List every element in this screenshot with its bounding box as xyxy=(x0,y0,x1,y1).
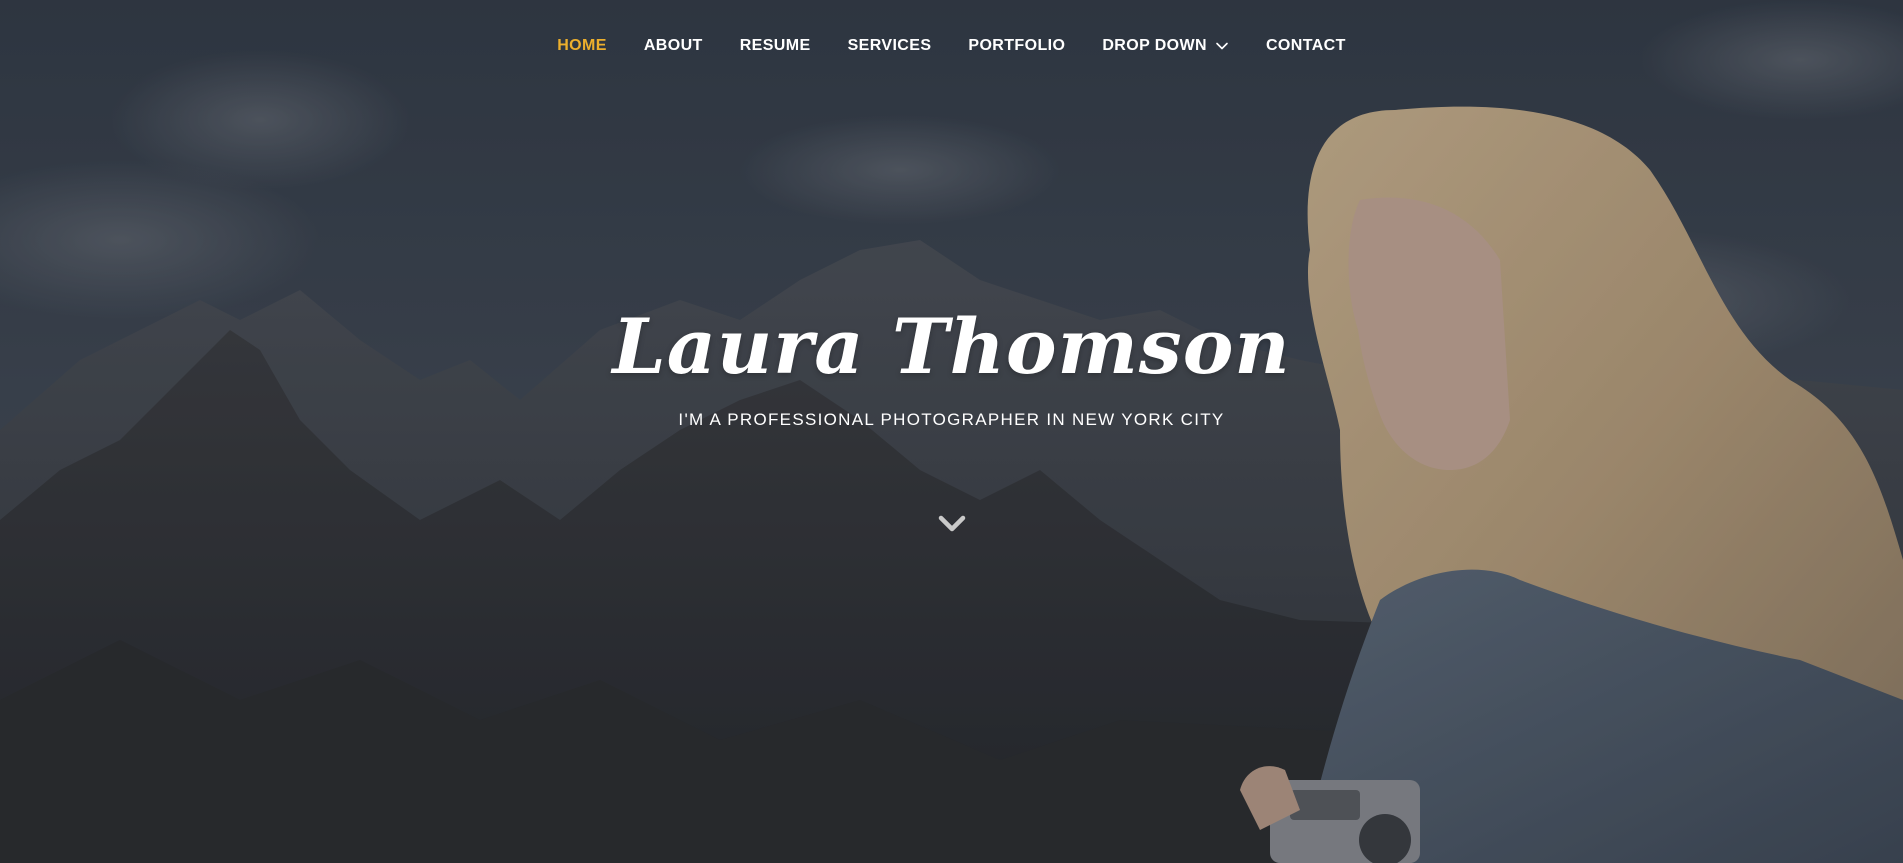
nav-item-resume[interactable]: RESUME xyxy=(721,34,829,58)
main-navigation: HOME ABOUT RESUME SERVICES PORTFOLIO DRO… xyxy=(0,34,1903,58)
hero-section: HOME ABOUT RESUME SERVICES PORTFOLIO DRO… xyxy=(0,0,1903,863)
nav-item-services[interactable]: SERVICES xyxy=(829,34,950,58)
nav-item-label: RESUME xyxy=(739,37,811,54)
nav-item-home[interactable]: HOME xyxy=(539,34,626,58)
hero-tagline: I'M A PROFESSIONAL PHOTOGRAPHER IN NEW Y… xyxy=(678,410,1225,429)
chevron-down-icon xyxy=(1216,42,1228,50)
hero-content: Laura Thomson I'M A PROFESSIONAL PHOTOGR… xyxy=(0,292,1903,430)
hero-name: Laura Thomson xyxy=(612,302,1291,391)
nav-item-label: CONTACT xyxy=(1265,37,1346,54)
nav-item-portfolio[interactable]: PORTFOLIO xyxy=(950,34,1084,58)
nav-item-label: SERVICES xyxy=(847,37,932,54)
nav-item-drop-down[interactable]: DROP DOWN xyxy=(1084,34,1248,58)
hero-overlay xyxy=(0,0,1903,863)
nav-item-about[interactable]: ABOUT xyxy=(625,34,721,58)
chevron-down-icon[interactable] xyxy=(936,510,968,538)
nav-item-label: ABOUT xyxy=(643,37,703,54)
nav-item-label: PORTFOLIO xyxy=(968,37,1066,54)
nav-item-contact[interactable]: CONTACT xyxy=(1247,34,1364,58)
nav-item-label: HOME xyxy=(557,37,607,54)
nav-item-label: DROP DOWN xyxy=(1102,37,1207,54)
